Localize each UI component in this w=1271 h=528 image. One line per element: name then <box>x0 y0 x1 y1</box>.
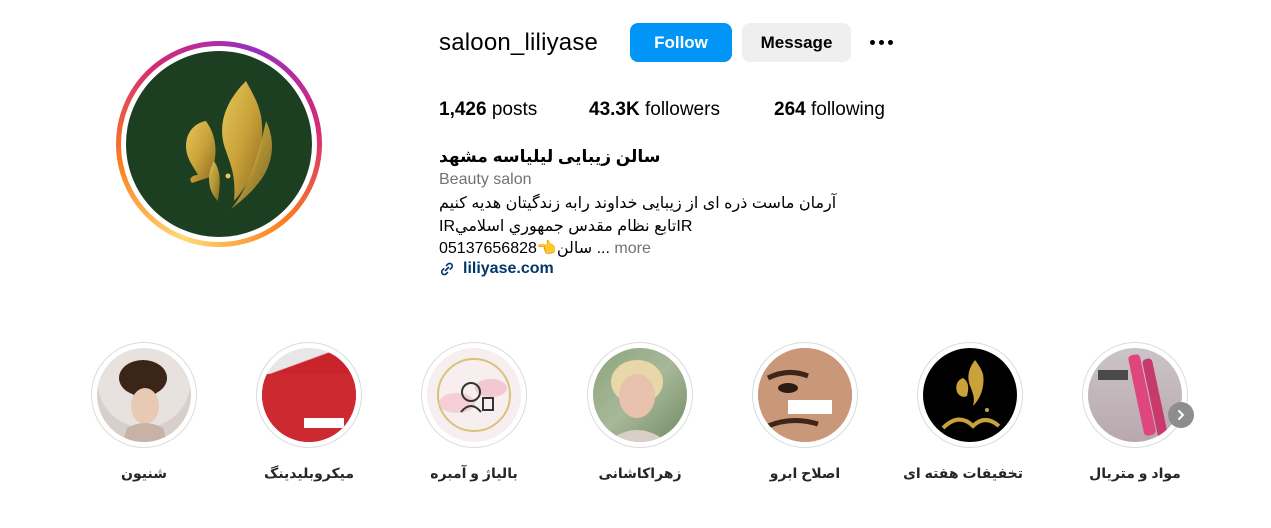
chevron-glyph <box>1178 410 1185 420</box>
bio-line-3-text: 05137656828👈سالن ... <box>439 240 610 257</box>
dot <box>878 39 884 45</box>
highlight-ring <box>91 342 197 448</box>
highlight-cover <box>1088 348 1182 442</box>
bio-name: سالن زیبایی لیلیاسه مشهد <box>439 147 661 166</box>
highlight-item[interactable]: بالیاژ و آمبره <box>421 342 527 482</box>
posts-label: posts <box>491 99 538 120</box>
highlight-ring <box>752 342 858 448</box>
profile-avatar <box>126 51 312 237</box>
hairstyle-image-icon <box>119 360 167 442</box>
profile-avatar-ring[interactable] <box>116 41 322 247</box>
chevron-right-icon[interactable] <box>1168 402 1194 428</box>
salon-logo-icon <box>941 360 1001 430</box>
bio-line-3: 05137656828👈سالن ... more <box>439 238 651 258</box>
bio-line-2: IRتابع نظام مقدس جمهوري اسلاميIR <box>439 218 693 235</box>
microblading-image-icon <box>262 374 356 442</box>
highlight-item[interactable]: اصلاح ابرو <box>752 342 858 482</box>
highlight-label: شنیون <box>121 465 167 481</box>
more-link[interactable]: more <box>614 240 650 257</box>
followers-count: 43.3K <box>589 99 640 120</box>
products-image-icon <box>1098 354 1168 438</box>
highlight-ring <box>256 342 362 448</box>
salon-logo-icon <box>186 81 272 209</box>
highlight-cover <box>262 348 356 442</box>
website-link[interactable]: liliyase.com <box>439 260 554 278</box>
hair-salon-icon <box>437 358 511 432</box>
highlight-cover <box>923 348 1017 442</box>
highlight-item[interactable]: میکروبلیدینگ <box>256 342 362 482</box>
highlight-label: بالیاژ و آمبره <box>430 465 518 481</box>
profile-username: saloon_liliyase <box>439 29 599 56</box>
highlight-label: زهراکاشانی <box>598 465 682 481</box>
dot <box>869 39 875 45</box>
portrait-image-icon <box>607 360 667 442</box>
highlight-ring <box>917 342 1023 448</box>
follow-button[interactable]: Follow <box>630 23 732 62</box>
dot <box>887 39 893 45</box>
highlight-ring <box>421 342 527 448</box>
highlight-label: تخفیفات هفته ای <box>903 465 1023 481</box>
highlight-item[interactable]: تخفیفات هفته ای <box>903 342 1023 482</box>
link-icon <box>440 262 454 276</box>
avatar-border <box>121 46 317 242</box>
followers-label: followers <box>644 99 720 120</box>
posts-stat: 1,426 posts <box>439 99 537 121</box>
posts-count: 1,426 <box>439 99 487 120</box>
highlight-ring <box>1082 342 1188 448</box>
website-link-text: liliyase.com <box>463 260 554 277</box>
more-options-icon[interactable] <box>866 31 896 53</box>
highlight-cover <box>593 348 687 442</box>
highlight-ring <box>587 342 693 448</box>
message-button[interactable]: Message <box>742 23 851 62</box>
following-stat[interactable]: 264 following <box>774 99 885 121</box>
following-label: following <box>810 99 885 120</box>
followers-stat[interactable]: 43.3K followers <box>589 99 720 121</box>
highlight-item[interactable]: زهراکاشانی <box>587 342 693 482</box>
bio-category: Beauty salon <box>439 171 532 188</box>
highlight-label: مواد و متریال <box>1089 465 1181 481</box>
highlight-label: اصلاح ابرو <box>769 465 841 481</box>
highlight-item[interactable]: شنیون <box>91 342 197 482</box>
highlight-label: میکروبلیدینگ <box>263 465 354 481</box>
highlight-cover <box>427 348 521 442</box>
eyebrow-image-icon <box>758 348 852 442</box>
highlight-cover <box>97 348 191 442</box>
bio-line-1: آرمان ماست ذره ای از زیبایی خداوند رابه … <box>439 195 837 212</box>
following-count: 264 <box>774 99 806 120</box>
highlight-cover <box>758 348 852 442</box>
